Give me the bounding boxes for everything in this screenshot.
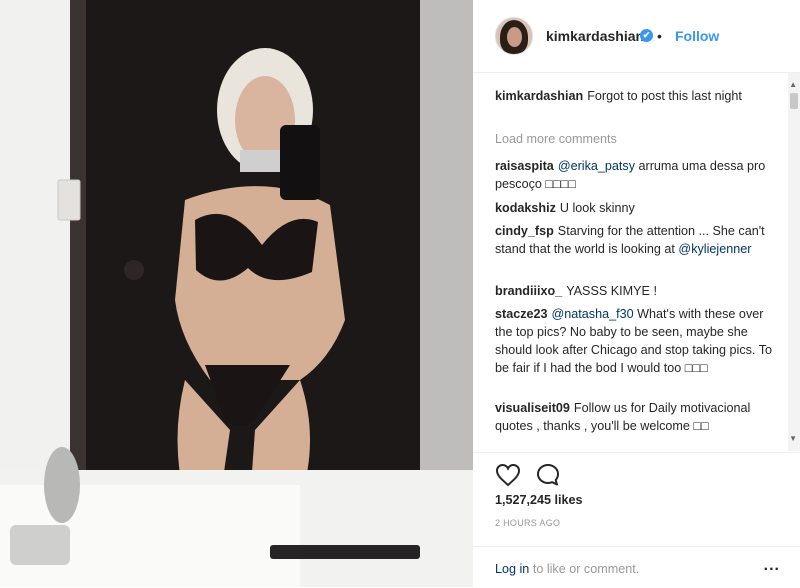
- post-photo[interactable]: [0, 0, 473, 587]
- username-link[interactable]: kimkardashian: [546, 28, 644, 44]
- login-prompt-text: to like or comment.: [529, 562, 640, 576]
- verified-badge-icon: ✔: [640, 29, 653, 42]
- scrollbar-thumb[interactable]: [790, 93, 798, 109]
- avatar[interactable]: [495, 17, 533, 55]
- follow-button[interactable]: Follow: [675, 28, 719, 44]
- mention-link[interactable]: @natasha_f30: [552, 307, 634, 321]
- mention-link[interactable]: @kyliejenner: [678, 242, 751, 256]
- list-item: kodakshiz U look skinny: [495, 199, 777, 217]
- list-item: brandiiixo_ YASSS KIMYE !: [495, 282, 777, 300]
- comment-user-link[interactable]: stacze23: [495, 307, 548, 321]
- comment-user-link[interactable]: brandiiixo_: [495, 284, 562, 298]
- post-timestamp[interactable]: 2 HOURS AGO: [495, 518, 560, 528]
- login-prompt: Log in to like or comment.: [495, 562, 639, 576]
- heart-icon[interactable]: [495, 463, 521, 492]
- comments-list[interactable]: kimkardashian Forgot to post this last ni…: [473, 73, 800, 451]
- comment-bar: Log in to like or comment. ...: [473, 546, 800, 588]
- login-link[interactable]: Log in: [495, 562, 529, 576]
- scrollbar[interactable]: [788, 73, 800, 451]
- list-item: cindy_fsp Starving for the attention ... …: [495, 222, 777, 258]
- list-item: raisaspita @erika_patsy arruma uma dessa …: [495, 157, 777, 193]
- photo-illustration: [0, 0, 473, 587]
- caption-text: Forgot to post this last night: [587, 89, 742, 103]
- separator-dot: •: [657, 28, 662, 44]
- likes-count[interactable]: 1,527,245 likes: [495, 493, 583, 507]
- comment-user-link[interactable]: visualiseit09: [495, 401, 570, 415]
- post-header: kimkardashian ✔ • Follow: [473, 0, 800, 73]
- load-more-comments-button[interactable]: Load more comments: [495, 132, 617, 146]
- comment-user-link[interactable]: cindy_fsp: [495, 224, 554, 238]
- comment-user-link[interactable]: kodakshiz: [495, 201, 556, 215]
- post-view: kimkardashian ✔ • Follow kimkardashian Fo…: [0, 0, 800, 587]
- caption-user-link[interactable]: kimkardashian: [495, 89, 583, 103]
- scroll-down-icon[interactable]: ▼: [789, 434, 797, 443]
- post-actions: 1,527,245 likes 2 HOURS AGO Log in to li…: [473, 452, 800, 587]
- caption: kimkardashian Forgot to post this last ni…: [495, 87, 777, 105]
- more-options-icon[interactable]: ...: [764, 557, 780, 575]
- mention-link[interactable]: @erika_patsy: [558, 159, 635, 173]
- comment-text: YASSS KIMYE !: [566, 284, 657, 298]
- comment-user-link[interactable]: raisaspita: [495, 159, 554, 173]
- post-sidebar: kimkardashian ✔ • Follow kimkardashian Fo…: [473, 0, 800, 587]
- list-item: stacze23 @natasha_f30 What's with these o…: [495, 305, 777, 377]
- list-item: visualiseit09 Follow us for Daily motivac…: [495, 399, 777, 435]
- comment-icon[interactable]: [536, 463, 560, 492]
- scroll-up-icon[interactable]: ▲: [789, 80, 797, 89]
- comment-text: U look skinny: [559, 201, 635, 215]
